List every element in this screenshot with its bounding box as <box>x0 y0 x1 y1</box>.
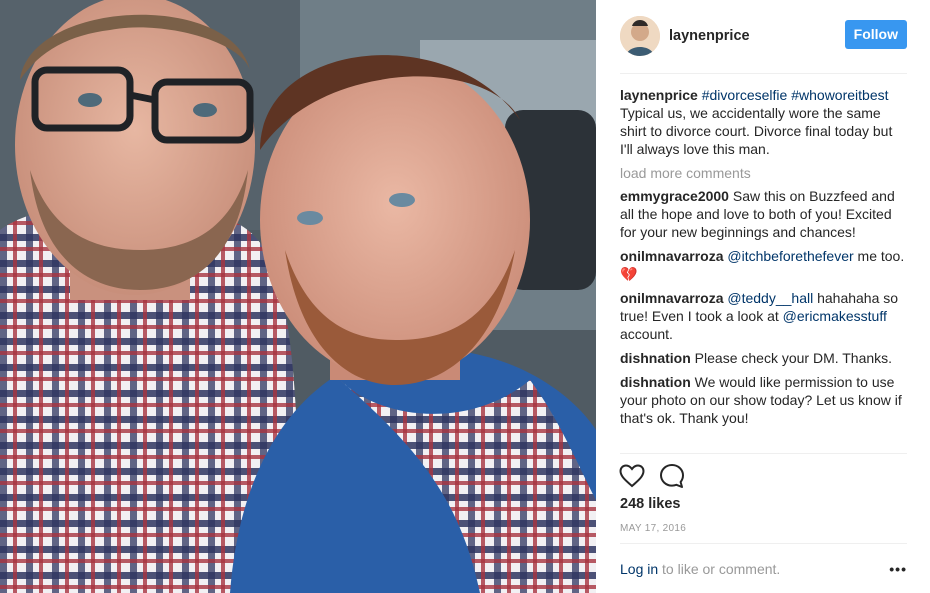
caption: laynenprice #divorceselfie #whoworeitbes… <box>620 86 907 158</box>
post-header: laynenprice Follow <box>620 15 907 57</box>
speech-bubble-icon[interactable] <box>659 463 685 489</box>
comment-username[interactable]: dishnation <box>620 374 691 390</box>
mention-link[interactable]: @itchbeforethefever <box>727 248 853 264</box>
header-divider <box>620 73 907 74</box>
follow-button[interactable]: Follow <box>844 20 907 49</box>
mention-link[interactable]: @ericmakesstuff <box>783 308 887 324</box>
comment-item: dishnation We would like permission to u… <box>620 373 907 427</box>
footer-divider <box>620 543 907 544</box>
post-username[interactable]: laynenprice <box>669 28 750 44</box>
post-photo[interactable] <box>0 0 596 593</box>
post-sidebar: laynenprice Follow laynenprice #divorces… <box>596 0 930 593</box>
hashtag-link[interactable]: #divorceselfie <box>702 87 788 103</box>
comment-item: onilmnavarroza @teddy__hall hahahaha so … <box>620 289 907 343</box>
post-date: MAY 17, 2016 <box>620 523 687 534</box>
hashtag-link[interactable]: #whoworeitbest <box>791 87 888 103</box>
comment-item: emmygrace2000 Saw this on Buzzfeed and a… <box>620 187 907 241</box>
avatar-image-icon <box>620 16 660 56</box>
load-more-comments-link[interactable]: load more comments <box>620 164 907 182</box>
comments-list[interactable]: laynenprice #divorceselfie #whoworeitbes… <box>620 86 907 452</box>
comment-username[interactable]: laynenprice <box>620 87 698 103</box>
login-link[interactable]: Log in <box>620 561 658 577</box>
more-dots-icon[interactable]: ••• <box>889 561 907 577</box>
login-prompt-text: to like or comment. <box>658 561 781 577</box>
comments-divider <box>620 453 907 454</box>
selfie-illustration <box>0 0 596 593</box>
comment-item: dishnation Please check your DM. Thanks. <box>620 349 907 367</box>
comment-username[interactable]: onilmnavarroza <box>620 248 723 264</box>
post-actions <box>619 462 685 490</box>
comment-item: onilmnavarroza @itchbeforethefever me to… <box>620 247 907 283</box>
comment-username[interactable]: emmygrace2000 <box>620 188 729 204</box>
mention-link[interactable]: @teddy__hall <box>727 290 813 306</box>
avatar[interactable] <box>620 16 660 56</box>
likes-count[interactable]: 248 likes <box>620 496 680 512</box>
caption-text: Typical us, we accidentally wore the sam… <box>620 105 893 157</box>
comment-username[interactable]: dishnation <box>620 350 691 366</box>
comment-text: account. <box>620 326 673 342</box>
heart-outline-icon[interactable] <box>619 464 645 488</box>
comment-text: Please check your DM. Thanks. <box>690 350 893 366</box>
comment-username[interactable]: onilmnavarroza <box>620 290 723 306</box>
comment-footer: Log in to like or comment. ••• <box>620 561 907 577</box>
